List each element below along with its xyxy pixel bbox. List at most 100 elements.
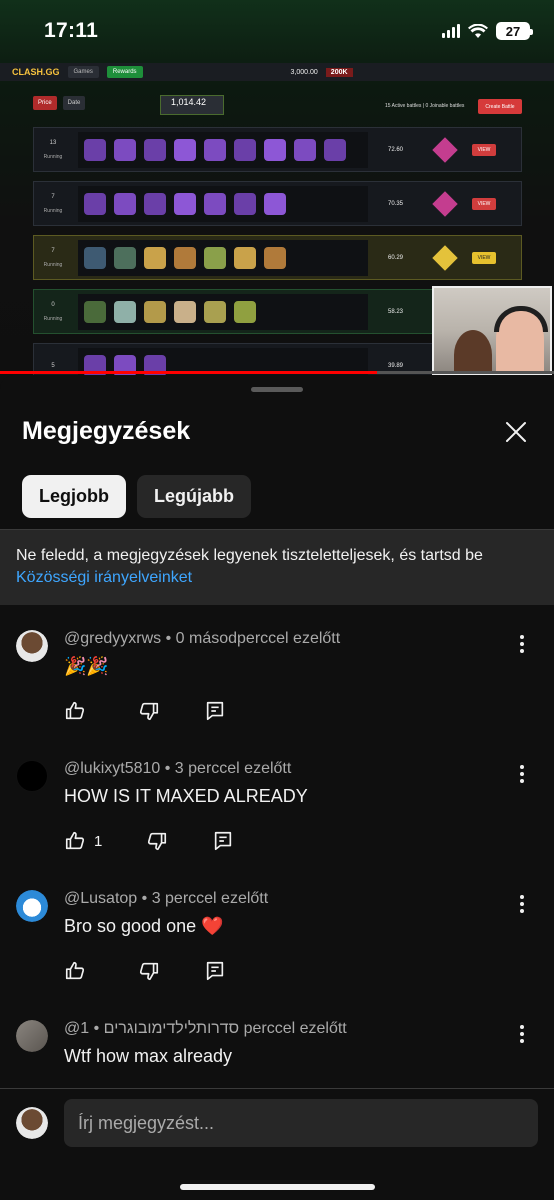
thumbs-up-icon <box>64 830 86 852</box>
crate-icon <box>174 138 196 161</box>
comment-actions: 1 <box>64 830 278 852</box>
video-progress-bar[interactable] <box>0 371 554 374</box>
avatar[interactable] <box>16 890 48 922</box>
site-row-crates <box>78 293 368 330</box>
comment-item: @Lusatop • 3 perccel ezelőtt Bro so good … <box>0 890 554 1020</box>
site-row-status-text: Running <box>43 315 63 322</box>
crate-icon <box>114 192 136 215</box>
thumbs-down-icon <box>138 700 160 722</box>
site-filters: Price Date <box>33 96 86 110</box>
more-vertical-icon[interactable] <box>512 762 532 786</box>
crate-icon <box>144 192 166 215</box>
crate-icon <box>114 138 136 161</box>
reply-icon <box>204 960 226 982</box>
site-row-crates <box>78 239 368 276</box>
crate-icon <box>234 246 256 269</box>
avatar[interactable] <box>16 630 48 662</box>
site-nav: CLASH.GG Games Rewards 3,000.00 200K <box>0 63 554 81</box>
home-indicator <box>180 1184 375 1190</box>
guidelines-link[interactable]: Közösségi irányelveinket <box>16 567 538 589</box>
site-row-status: 13 Running <box>34 136 72 164</box>
crate-icon <box>84 246 106 269</box>
crate-icon <box>264 192 286 215</box>
dislike-button[interactable] <box>138 960 160 982</box>
cellular-signal-icon <box>442 24 460 38</box>
comment-author[interactable]: @סדרותלילדימובוגרים <box>64 1020 239 1037</box>
site-battle-row: 7 Running 60.29 VIEW <box>33 235 522 280</box>
crate-icon <box>264 246 286 269</box>
crate-icon <box>294 138 316 161</box>
crate-icon <box>114 246 136 269</box>
site-create-battle: Create Battle <box>478 99 522 114</box>
site-filter-date: Date <box>62 96 86 110</box>
more-vertical-icon[interactable] <box>512 892 532 916</box>
more-vertical-icon[interactable] <box>512 632 532 656</box>
dislike-button[interactable] <box>138 700 160 722</box>
drag-handle[interactable] <box>251 387 303 392</box>
battery-icon: 27 <box>496 22 533 40</box>
comment-composer: Írj megjegyzést... <box>0 1088 554 1200</box>
crate-icon <box>204 246 226 269</box>
comment-input[interactable]: Írj megjegyzést... <box>64 1099 538 1147</box>
thumbs-up-icon <box>64 700 86 722</box>
comment-actions <box>64 960 270 982</box>
crate-icon <box>84 138 106 161</box>
comment-author[interactable]: @Lusatop <box>64 890 137 907</box>
site-view-button: VIEW <box>472 143 496 156</box>
reply-icon <box>204 700 226 722</box>
close-icon <box>506 422 526 442</box>
site-row-value: 39.89 <box>388 362 404 369</box>
headset-icon <box>494 306 548 332</box>
site-filter-price: Price <box>33 96 57 110</box>
comment-text: HOW IS IT MAXED ALREADY <box>64 786 308 806</box>
site-row-status: 7 Running <box>34 190 72 218</box>
site-row-count: 7 <box>51 193 55 200</box>
crate-icon <box>204 192 226 215</box>
comment-author[interactable]: @gredyyxrws <box>64 630 161 647</box>
comment-time: 3 perccel ezelőtt <box>151 890 269 907</box>
battery-level: 27 <box>505 23 521 39</box>
site-row-status: 0 Running <box>34 298 72 326</box>
crate-icon <box>144 138 166 161</box>
more-vertical-icon[interactable] <box>512 1022 532 1046</box>
site-row-value: 58.23 <box>388 308 404 315</box>
site-row-status-text: Running <box>43 207 63 214</box>
comment-item: @lukixyt5810 • 3 perccel ezelőtt HOW IS I… <box>0 760 554 890</box>
comment-actions <box>64 700 270 722</box>
chip-newest[interactable]: Legújabb <box>137 475 251 518</box>
reply-button[interactable] <box>204 960 226 982</box>
crate-icon <box>234 138 256 161</box>
crate-icon <box>144 246 166 269</box>
comment-author[interactable]: @lukixyt5810 <box>64 760 160 777</box>
dislike-button[interactable] <box>146 830 168 852</box>
close-button[interactable] <box>500 416 532 448</box>
thumbs-down-icon <box>138 960 160 982</box>
site-nav-rewards: Rewards <box>106 66 143 78</box>
reply-button[interactable] <box>204 700 226 722</box>
site-battle-row: 7 Running 70.35 VIEW <box>33 181 522 226</box>
chip-top[interactable]: Legjobb <box>22 475 126 518</box>
like-button[interactable] <box>64 700 94 722</box>
crate-icon <box>144 300 166 323</box>
site-row-count: 0 <box>51 301 55 308</box>
comment-time: 0 másodperccel ezelőtt <box>175 630 341 647</box>
avatar[interactable] <box>16 1107 48 1139</box>
video-player[interactable]: 17:11 27 CLASH.GG Games Rewards 3,000.00… <box>0 0 554 375</box>
comment-meta: @gredyyxrws • 0 másodperccel ezelőtt <box>64 630 341 647</box>
avatar[interactable] <box>16 1020 48 1052</box>
like-button[interactable]: 1 <box>64 830 102 852</box>
site-row-count: 7 <box>51 247 55 254</box>
site-banner: 200K <box>325 67 353 77</box>
crate-icon <box>84 192 106 215</box>
reply-button[interactable] <box>212 830 234 852</box>
status-icons: 27 <box>442 22 533 40</box>
site-row-count: 13 <box>49 139 57 146</box>
comment-item: @gredyyxrws • 0 másodperccel ezelőtt 🎉🎉 <box>0 630 554 760</box>
crate-icon <box>174 246 196 269</box>
site-row-value: 70.35 <box>388 200 404 207</box>
comment-time: 3 perccel ezelőtt <box>174 760 292 777</box>
avatar[interactable] <box>16 760 48 792</box>
like-button[interactable] <box>64 960 94 982</box>
crate-icon <box>114 300 136 323</box>
crate-icon <box>174 300 196 323</box>
